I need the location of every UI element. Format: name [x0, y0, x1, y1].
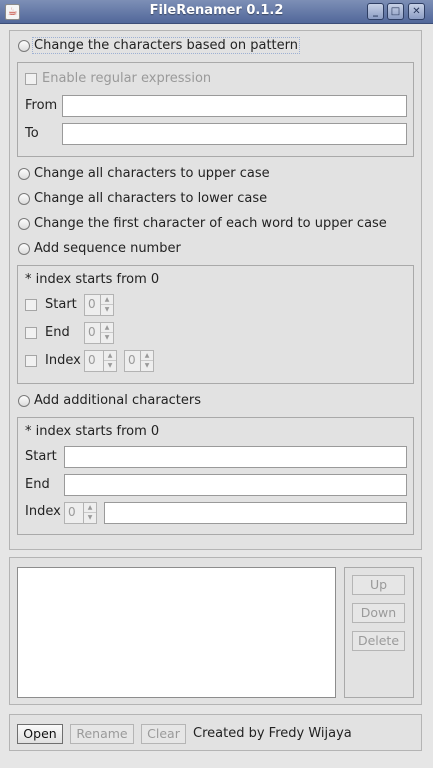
- spin-down-icon[interactable]: ▼: [84, 513, 96, 523]
- file-list[interactable]: [17, 567, 336, 698]
- additional-index-label: Index: [25, 504, 61, 519]
- sequence-radio[interactable]: [18, 243, 30, 255]
- start-checkbox[interactable]: [25, 299, 37, 311]
- sequence-option-label[interactable]: Add sequence number: [34, 241, 181, 256]
- open-button[interactable]: Open: [17, 724, 63, 744]
- delete-button[interactable]: Delete: [352, 631, 405, 651]
- additional-end-field[interactable]: [64, 474, 407, 496]
- upper-radio[interactable]: [18, 168, 30, 180]
- pattern-radio[interactable]: [18, 40, 30, 52]
- up-button[interactable]: Up: [352, 575, 405, 595]
- index-spinner-2[interactable]: 0 ▲ ▼: [124, 350, 154, 372]
- spin-up-icon[interactable]: ▲: [141, 351, 153, 361]
- regex-label: Enable regular expression: [42, 71, 212, 86]
- lower-radio[interactable]: [18, 193, 30, 205]
- end-label: End: [45, 325, 70, 340]
- additional-option-label[interactable]: Add additional characters: [34, 393, 201, 408]
- credit-label: Created by Fredy Wijaya: [193, 726, 352, 741]
- spin-down-icon[interactable]: ▼: [101, 333, 113, 343]
- rename-button[interactable]: Rename: [70, 724, 134, 744]
- spin-up-icon[interactable]: ▲: [84, 503, 96, 513]
- to-field[interactable]: [62, 123, 407, 145]
- additional-start-field[interactable]: [64, 446, 407, 468]
- index-spinner-1-value: 0: [88, 353, 96, 367]
- start-label: Start: [45, 297, 77, 312]
- maximize-icon[interactable]: □: [387, 3, 404, 20]
- down-button[interactable]: Down: [352, 603, 405, 623]
- close-icon[interactable]: ✕: [408, 3, 425, 20]
- to-label: To: [25, 126, 39, 141]
- sequence-note: * index starts from 0: [25, 272, 160, 287]
- index-spinner-1[interactable]: 0 ▲ ▼: [84, 350, 117, 372]
- index-checkbox[interactable]: [25, 355, 37, 367]
- start-spinner[interactable]: 0 ▲ ▼: [84, 294, 114, 316]
- capitalize-radio[interactable]: [18, 218, 30, 230]
- additional-index-text-field[interactable]: [104, 502, 407, 524]
- from-label: From: [25, 98, 58, 113]
- additional-start-label: Start: [25, 449, 57, 464]
- spin-up-icon[interactable]: ▲: [101, 295, 113, 305]
- spin-up-icon[interactable]: ▲: [104, 351, 116, 361]
- clear-button[interactable]: Clear: [141, 724, 186, 744]
- spin-up-icon[interactable]: ▲: [101, 323, 113, 333]
- additional-note: * index starts from 0: [25, 424, 160, 439]
- capitalize-option-label[interactable]: Change the first character of each word …: [34, 216, 387, 231]
- spin-down-icon[interactable]: ▼: [104, 361, 116, 371]
- end-spinner[interactable]: 0 ▲ ▼: [84, 322, 114, 344]
- end-spinner-value: 0: [88, 325, 96, 339]
- minimize-icon[interactable]: _: [367, 3, 384, 20]
- additional-index-spinner[interactable]: 0 ▲ ▼: [64, 502, 97, 524]
- pattern-option-label[interactable]: Change the characters based on pattern: [32, 37, 300, 54]
- start-spinner-value: 0: [88, 297, 96, 311]
- title-bar[interactable]: ☕ FileRenamer 0.1.2 _ □ ✕: [0, 0, 433, 24]
- index-label: Index: [45, 353, 81, 368]
- additional-radio[interactable]: [18, 395, 30, 407]
- spin-down-icon[interactable]: ▼: [101, 305, 113, 315]
- regex-checkbox[interactable]: [25, 73, 37, 85]
- additional-end-label: End: [25, 477, 50, 492]
- spin-down-icon[interactable]: ▼: [141, 361, 153, 371]
- upper-option-label[interactable]: Change all characters to upper case: [34, 166, 270, 181]
- additional-index-spinner-value: 0: [68, 505, 76, 519]
- index-spinner-2-value: 0: [128, 353, 136, 367]
- end-checkbox[interactable]: [25, 327, 37, 339]
- from-field[interactable]: [62, 95, 407, 117]
- lower-option-label[interactable]: Change all characters to lower case: [34, 191, 267, 206]
